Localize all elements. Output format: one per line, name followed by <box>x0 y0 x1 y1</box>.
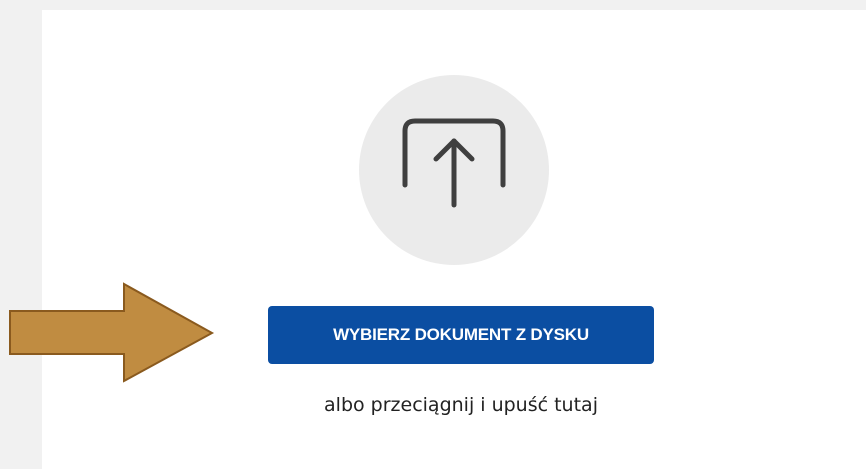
right-arrow-pointer-icon <box>9 282 215 383</box>
choose-document-button[interactable]: WYBIERZ DOKUMENT Z DYSKU <box>268 306 654 364</box>
upload-icon <box>402 118 506 208</box>
drag-drop-hint: albo przeciągnij i upuść tutaj <box>324 394 598 416</box>
upload-icon-circle <box>359 75 549 265</box>
